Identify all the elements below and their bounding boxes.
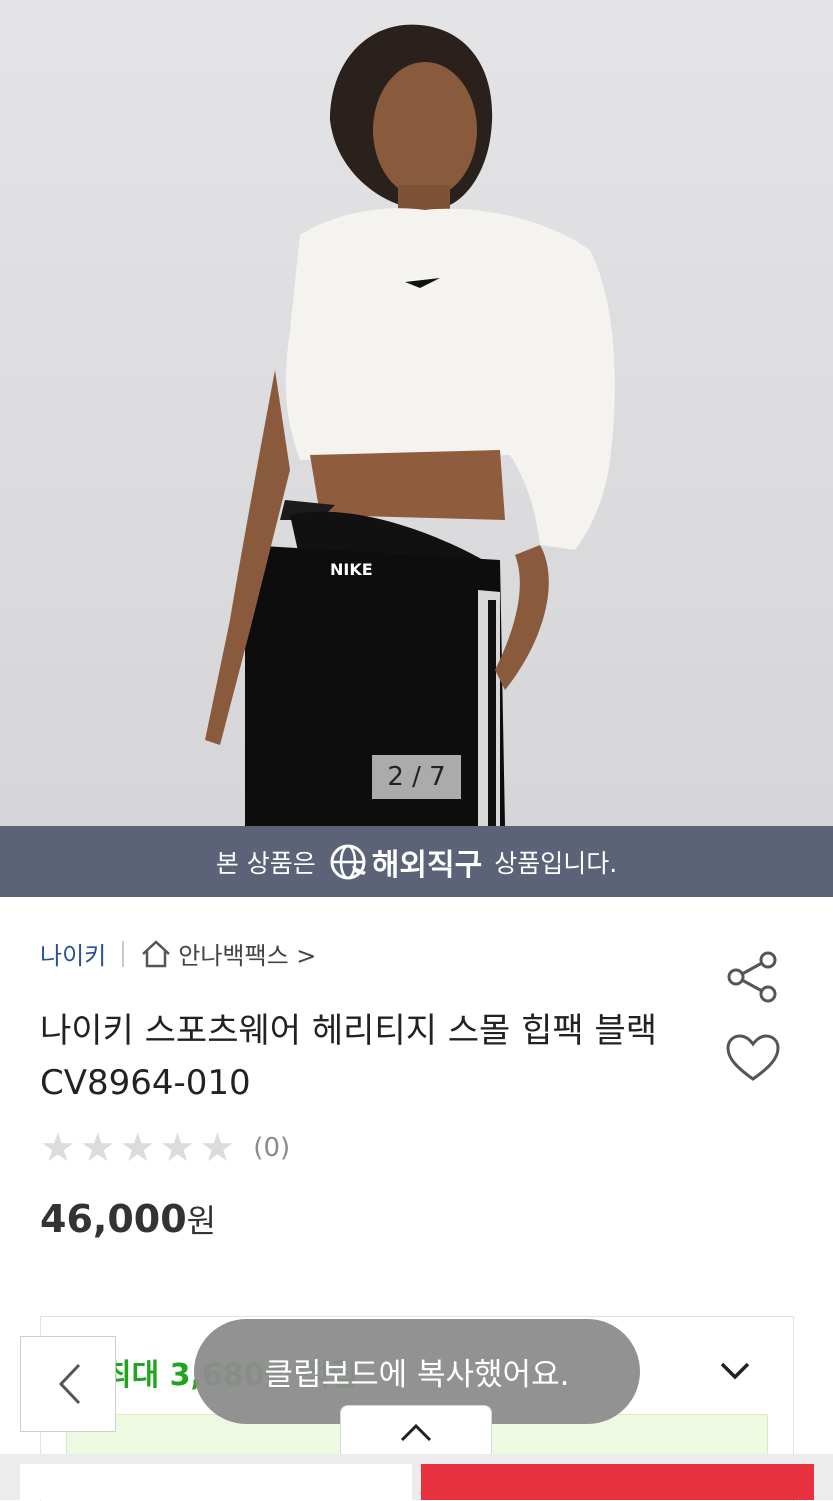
svg-text:NIKE: NIKE [330, 560, 373, 579]
breadcrumb: 나이키 안나백팩스 > [40, 936, 316, 971]
product-title: 나이키 스포츠웨어 헤리티지 스몰 힙팩 블랙 CV8964-010 [40, 1011, 658, 1103]
share-icon [727, 951, 777, 1003]
review-count: (0) [253, 1133, 291, 1163]
bottom-sheet-handle[interactable] [340, 1405, 492, 1456]
rating[interactable]: ★ ★ ★ ★ ★ (0) [40, 1128, 290, 1168]
star-icon: ★ [159, 1125, 196, 1171]
chevron-left-icon [58, 1363, 81, 1405]
globe-plane-icon [330, 844, 366, 879]
star-icon: ★ [119, 1125, 156, 1171]
like-button[interactable] [724, 1033, 782, 1085]
heart-icon [726, 1034, 780, 1081]
product-image[interactable]: NIKE 2 / 7 [0, 0, 833, 826]
price-unit: 원 [186, 1202, 217, 1240]
store-link[interactable]: 안나백팩스 > [140, 936, 316, 971]
brand-link[interactable]: 나이키 [40, 936, 106, 971]
image-counter: 2 / 7 [372, 755, 461, 799]
overseas-direct-banner: 본 상품은 해외직구 상품입니다. [0, 826, 833, 897]
banner-prefix: 본 상품은 [215, 848, 316, 878]
breadcrumb-divider [122, 940, 125, 967]
expand-benefits-button[interactable] [714, 1350, 756, 1392]
chevron-up-icon [400, 1423, 432, 1442]
star-icon: ★ [199, 1125, 236, 1171]
star-icon: ★ [40, 1125, 76, 1171]
star-icon: ★ [79, 1125, 116, 1171]
model-photo: NIKE [205, 24, 615, 826]
back-button[interactable] [20, 1336, 116, 1432]
price: 46,000원 [40, 1196, 216, 1242]
chevron-down-icon [720, 1362, 750, 1380]
buy-button[interactable] [421, 1464, 814, 1500]
cart-button[interactable] [20, 1464, 412, 1500]
price-amount: 46,000 [40, 1197, 187, 1241]
share-button[interactable] [724, 950, 782, 1008]
home-icon [142, 939, 171, 967]
banner-highlight: 해외직구 [371, 847, 483, 883]
banner-suffix: 상품입니다. [494, 848, 618, 878]
store-name: 안나백팩스 > [178, 942, 317, 970]
